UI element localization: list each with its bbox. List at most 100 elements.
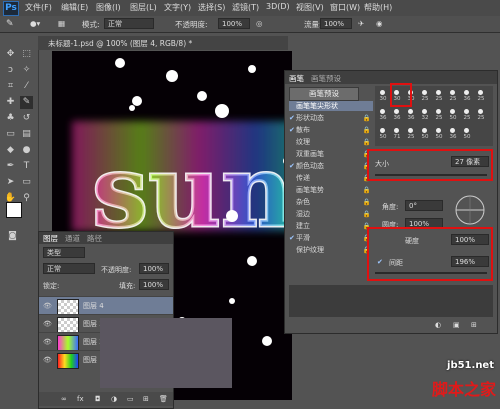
brush-tip-icon[interactable] [422, 90, 427, 95]
path-select-tool-icon[interactable]: ➤ [4, 176, 17, 189]
magic-wand-tool-icon[interactable]: ✧ [20, 64, 33, 77]
adjustment-layer-icon[interactable]: ◑ [111, 395, 117, 403]
brush-tip-icon[interactable] [394, 128, 399, 133]
eraser-tool-icon[interactable]: ▭ [4, 128, 17, 141]
brush-option-checkbox[interactable]: ✔ [289, 233, 296, 243]
lock-icon[interactable]: 🔒 [363, 185, 371, 195]
brush-option-checkbox[interactable]: ✔ [289, 113, 296, 123]
lock-icon[interactable]: 🔒 [363, 113, 371, 123]
menu-layer[interactable]: 图层(L) [130, 2, 157, 13]
quick-mask-icon[interactable]: ◙ [6, 230, 19, 243]
airbrush-icon[interactable]: ✈ [358, 19, 364, 28]
brush-tip-icon[interactable] [478, 109, 483, 114]
pressure-size-icon[interactable]: ◉ [376, 19, 383, 28]
toggle-preview-icon[interactable]: ◐ [435, 321, 441, 329]
pen-tool-icon[interactable]: ✒ [4, 160, 17, 173]
delete-layer-icon[interactable]: 🗑 [159, 395, 168, 403]
new-group-icon[interactable]: ▭ [127, 395, 134, 403]
lock-icon[interactable]: 🔒 [363, 197, 371, 207]
menu-type[interactable]: 文字(Y) [164, 2, 191, 13]
brush-option-item[interactable]: 纹理 🔒 [289, 137, 373, 147]
eyedropper-tool-icon[interactable]: ⁄ [20, 80, 33, 93]
move-tool-icon[interactable]: ✥ [4, 48, 17, 61]
menu-edit[interactable]: 编辑(E) [61, 2, 88, 13]
brush-panel-toggle-icon[interactable]: ▦ [58, 19, 65, 28]
layer-opacity-input[interactable]: 100% [139, 263, 169, 274]
brush-option-item[interactable]: ✔散布 🔒 [289, 125, 373, 135]
healing-tool-icon[interactable]: ✚ [4, 96, 17, 109]
brush-tip-icon[interactable] [380, 90, 385, 95]
brush-tip-icon[interactable] [408, 109, 413, 114]
brush-tip-icon[interactable] [436, 90, 441, 95]
document-tab[interactable]: 未标题-1.psd @ 100% (图层 4, RGB/8) * [38, 36, 288, 50]
foreground-color-swatch[interactable] [6, 202, 22, 218]
brush-presets-button[interactable]: 画笔预设 [289, 87, 359, 101]
brush-option-item[interactable]: ✔形状动态 🔒 [289, 113, 373, 123]
brush-option-checkbox[interactable]: ✔ [289, 161, 296, 171]
brush-option-item[interactable]: 画笔笔势 🔒 [289, 185, 373, 195]
brush-tool-icon[interactable]: ✎ [20, 96, 33, 109]
brush-option-item[interactable]: 湿边 🔒 [289, 209, 373, 219]
spacing-input[interactable]: 196% [451, 256, 489, 267]
brush-tip-icon[interactable] [450, 128, 455, 133]
lock-icon[interactable]: 🔒 [363, 137, 371, 147]
eye-icon[interactable]: 👁 [43, 338, 52, 346]
tab-paths[interactable]: 路径 [87, 233, 102, 244]
brush-tool-icon[interactable]: ✎ [6, 19, 14, 29]
menu-file[interactable]: 文件(F) [25, 2, 52, 13]
size-input[interactable]: 27 像素 [451, 156, 489, 167]
brush-tip-icon[interactable] [464, 128, 469, 133]
crop-tool-icon[interactable]: ⌗ [4, 80, 17, 93]
gradient-tool-icon[interactable]: ▤ [20, 128, 33, 141]
angle-input[interactable]: 0° [405, 200, 443, 211]
lock-icon[interactable]: 🔒 [363, 209, 371, 219]
spacing-slider[interactable] [375, 272, 487, 274]
brush-tip-icon[interactable] [436, 128, 441, 133]
eye-icon[interactable]: 👁 [43, 302, 52, 310]
new-brush-icon[interactable]: ▣ [453, 321, 460, 329]
brush-option-item[interactable]: ✔颜色动态 🔒 [289, 161, 373, 171]
brush-tip-icon[interactable] [380, 109, 385, 114]
brush-tip-icon[interactable] [422, 128, 427, 133]
tab-brush-presets[interactable]: 画笔预设 [311, 73, 341, 84]
link-layers-icon[interactable]: ∞ [61, 395, 67, 403]
brush-option-item[interactable]: 传递 🔒 [289, 173, 373, 183]
opacity-input[interactable]: 100% [218, 18, 250, 29]
menu-image[interactable]: 图像(I) [96, 2, 121, 13]
tab-layers[interactable]: 图层 [43, 233, 58, 244]
brush-tip-icon[interactable] [478, 90, 483, 95]
layer-kind-filter[interactable]: 类型 [43, 247, 85, 258]
marquee-tool-icon[interactable]: ⬚ [20, 48, 33, 61]
type-tool-icon[interactable]: T [20, 160, 33, 173]
menu-filter[interactable]: 滤镜(T) [232, 2, 259, 13]
menu-view[interactable]: 视图(V) [296, 2, 324, 13]
brush-tip-icon[interactable] [450, 109, 455, 114]
brush-tip-icon[interactable] [408, 128, 413, 133]
brush-option-item[interactable]: 画笔笔尖形状 [289, 101, 373, 111]
tab-brush[interactable]: 画笔 [289, 73, 304, 84]
blend-mode-select[interactable]: 正常 [43, 263, 95, 274]
brush-option-item[interactable]: 保护纹理 🔒 [289, 245, 373, 255]
brush-tip-icon[interactable] [422, 109, 427, 114]
mode-select[interactable]: 正常 [104, 18, 154, 29]
layer-row[interactable]: 👁 图层 4 [39, 296, 173, 315]
spacing-checkbox[interactable]: ✔ [377, 258, 383, 266]
brush-tip-icon[interactable] [394, 109, 399, 114]
eye-icon[interactable]: 👁 [43, 356, 52, 364]
new-layer-icon[interactable]: ⊞ [143, 395, 149, 403]
brush-tip-icon[interactable] [436, 109, 441, 114]
brush-option-item[interactable]: 杂色 🔒 [289, 197, 373, 207]
brush-tip-icon[interactable] [464, 90, 469, 95]
brush-option-item[interactable]: ✔平滑 🔒 [289, 233, 373, 243]
pressure-opacity-icon[interactable]: ◎ [256, 19, 263, 28]
stamp-tool-icon[interactable]: ♣ [4, 112, 17, 125]
lock-icon[interactable]: 🔒 [363, 125, 371, 135]
brush-option-checkbox[interactable]: ✔ [289, 125, 296, 135]
brush-tip-icon[interactable] [464, 109, 469, 114]
tab-channels[interactable]: 通道 [65, 233, 80, 244]
menu-3d[interactable]: 3D(D) [266, 2, 290, 11]
menu-help[interactable]: 帮助(H) [364, 2, 392, 13]
brush-tip-icon[interactable] [380, 128, 385, 133]
brush-picker-icon[interactable]: ●▾ [30, 19, 40, 28]
menu-select[interactable]: 选择(S) [198, 2, 225, 13]
